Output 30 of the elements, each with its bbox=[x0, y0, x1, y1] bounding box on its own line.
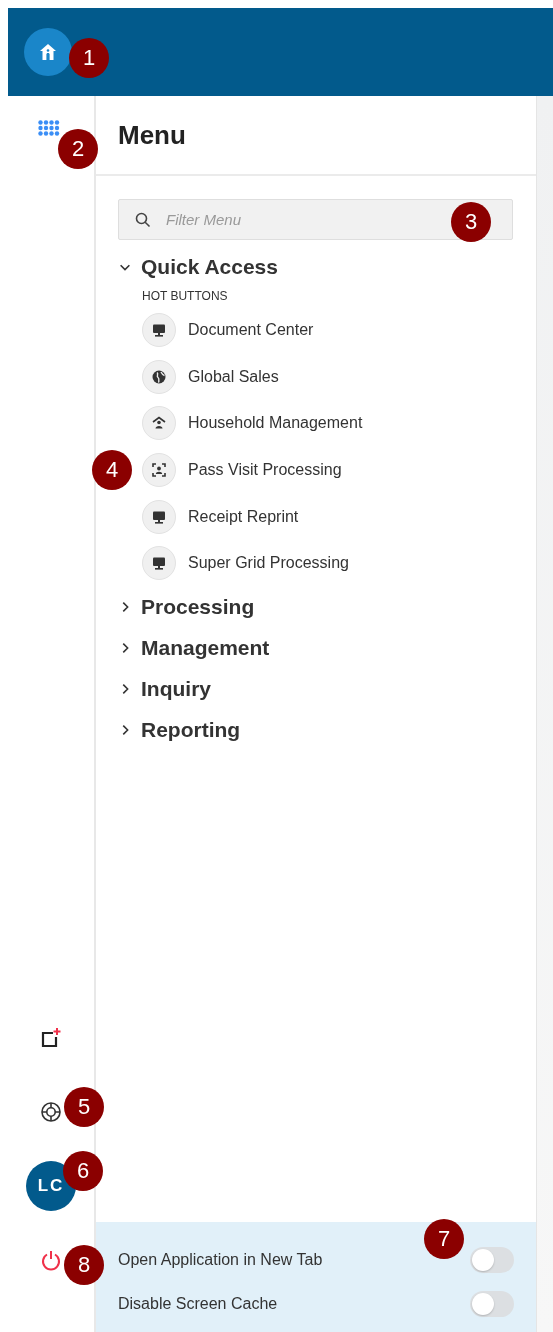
new-window-icon bbox=[40, 1027, 62, 1049]
group-label: HOT BUTTONS bbox=[142, 289, 228, 303]
setting-label: Open Application in New Tab bbox=[118, 1251, 323, 1269]
menu-title: Menu bbox=[118, 119, 186, 151]
callout-badge: 8 bbox=[64, 1245, 104, 1285]
menu-section[interactable]: Management bbox=[118, 627, 270, 669]
menu-section[interactable]: Processing bbox=[118, 586, 255, 628]
menu-section[interactable]: Quick Access bbox=[118, 247, 278, 287]
toggle-switch[interactable] bbox=[470, 1247, 514, 1273]
menu-item[interactable]: Household Management bbox=[142, 400, 363, 447]
apps-button[interactable] bbox=[36, 118, 62, 138]
menu-section[interactable]: Inquiry bbox=[118, 668, 211, 710]
callout-badge: 6 bbox=[63, 1151, 103, 1191]
callout-badge: 2 bbox=[58, 129, 98, 169]
callout-badge: 4 bbox=[92, 450, 132, 490]
toggle-switch[interactable] bbox=[470, 1291, 514, 1317]
help-button[interactable] bbox=[38, 1099, 64, 1125]
menu-item[interactable]: Super Grid Processing bbox=[142, 539, 349, 587]
home-button[interactable] bbox=[24, 28, 72, 76]
menu-item[interactable]: Pass Visit Processing bbox=[142, 446, 342, 494]
lifebuoy-icon bbox=[40, 1101, 62, 1123]
grid-icon bbox=[38, 120, 60, 136]
menu-item[interactable]: Global Sales bbox=[142, 353, 279, 401]
menu-section[interactable]: Reporting bbox=[118, 709, 241, 751]
power-icon bbox=[40, 1249, 62, 1271]
menu-item[interactable]: Receipt Reprint bbox=[142, 493, 299, 540]
callout-badge: 5 bbox=[64, 1087, 104, 1127]
menu-item[interactable]: Document Center bbox=[142, 307, 314, 354]
setting-label: Disable Screen Cache bbox=[118, 1295, 278, 1313]
home-icon bbox=[38, 42, 58, 62]
